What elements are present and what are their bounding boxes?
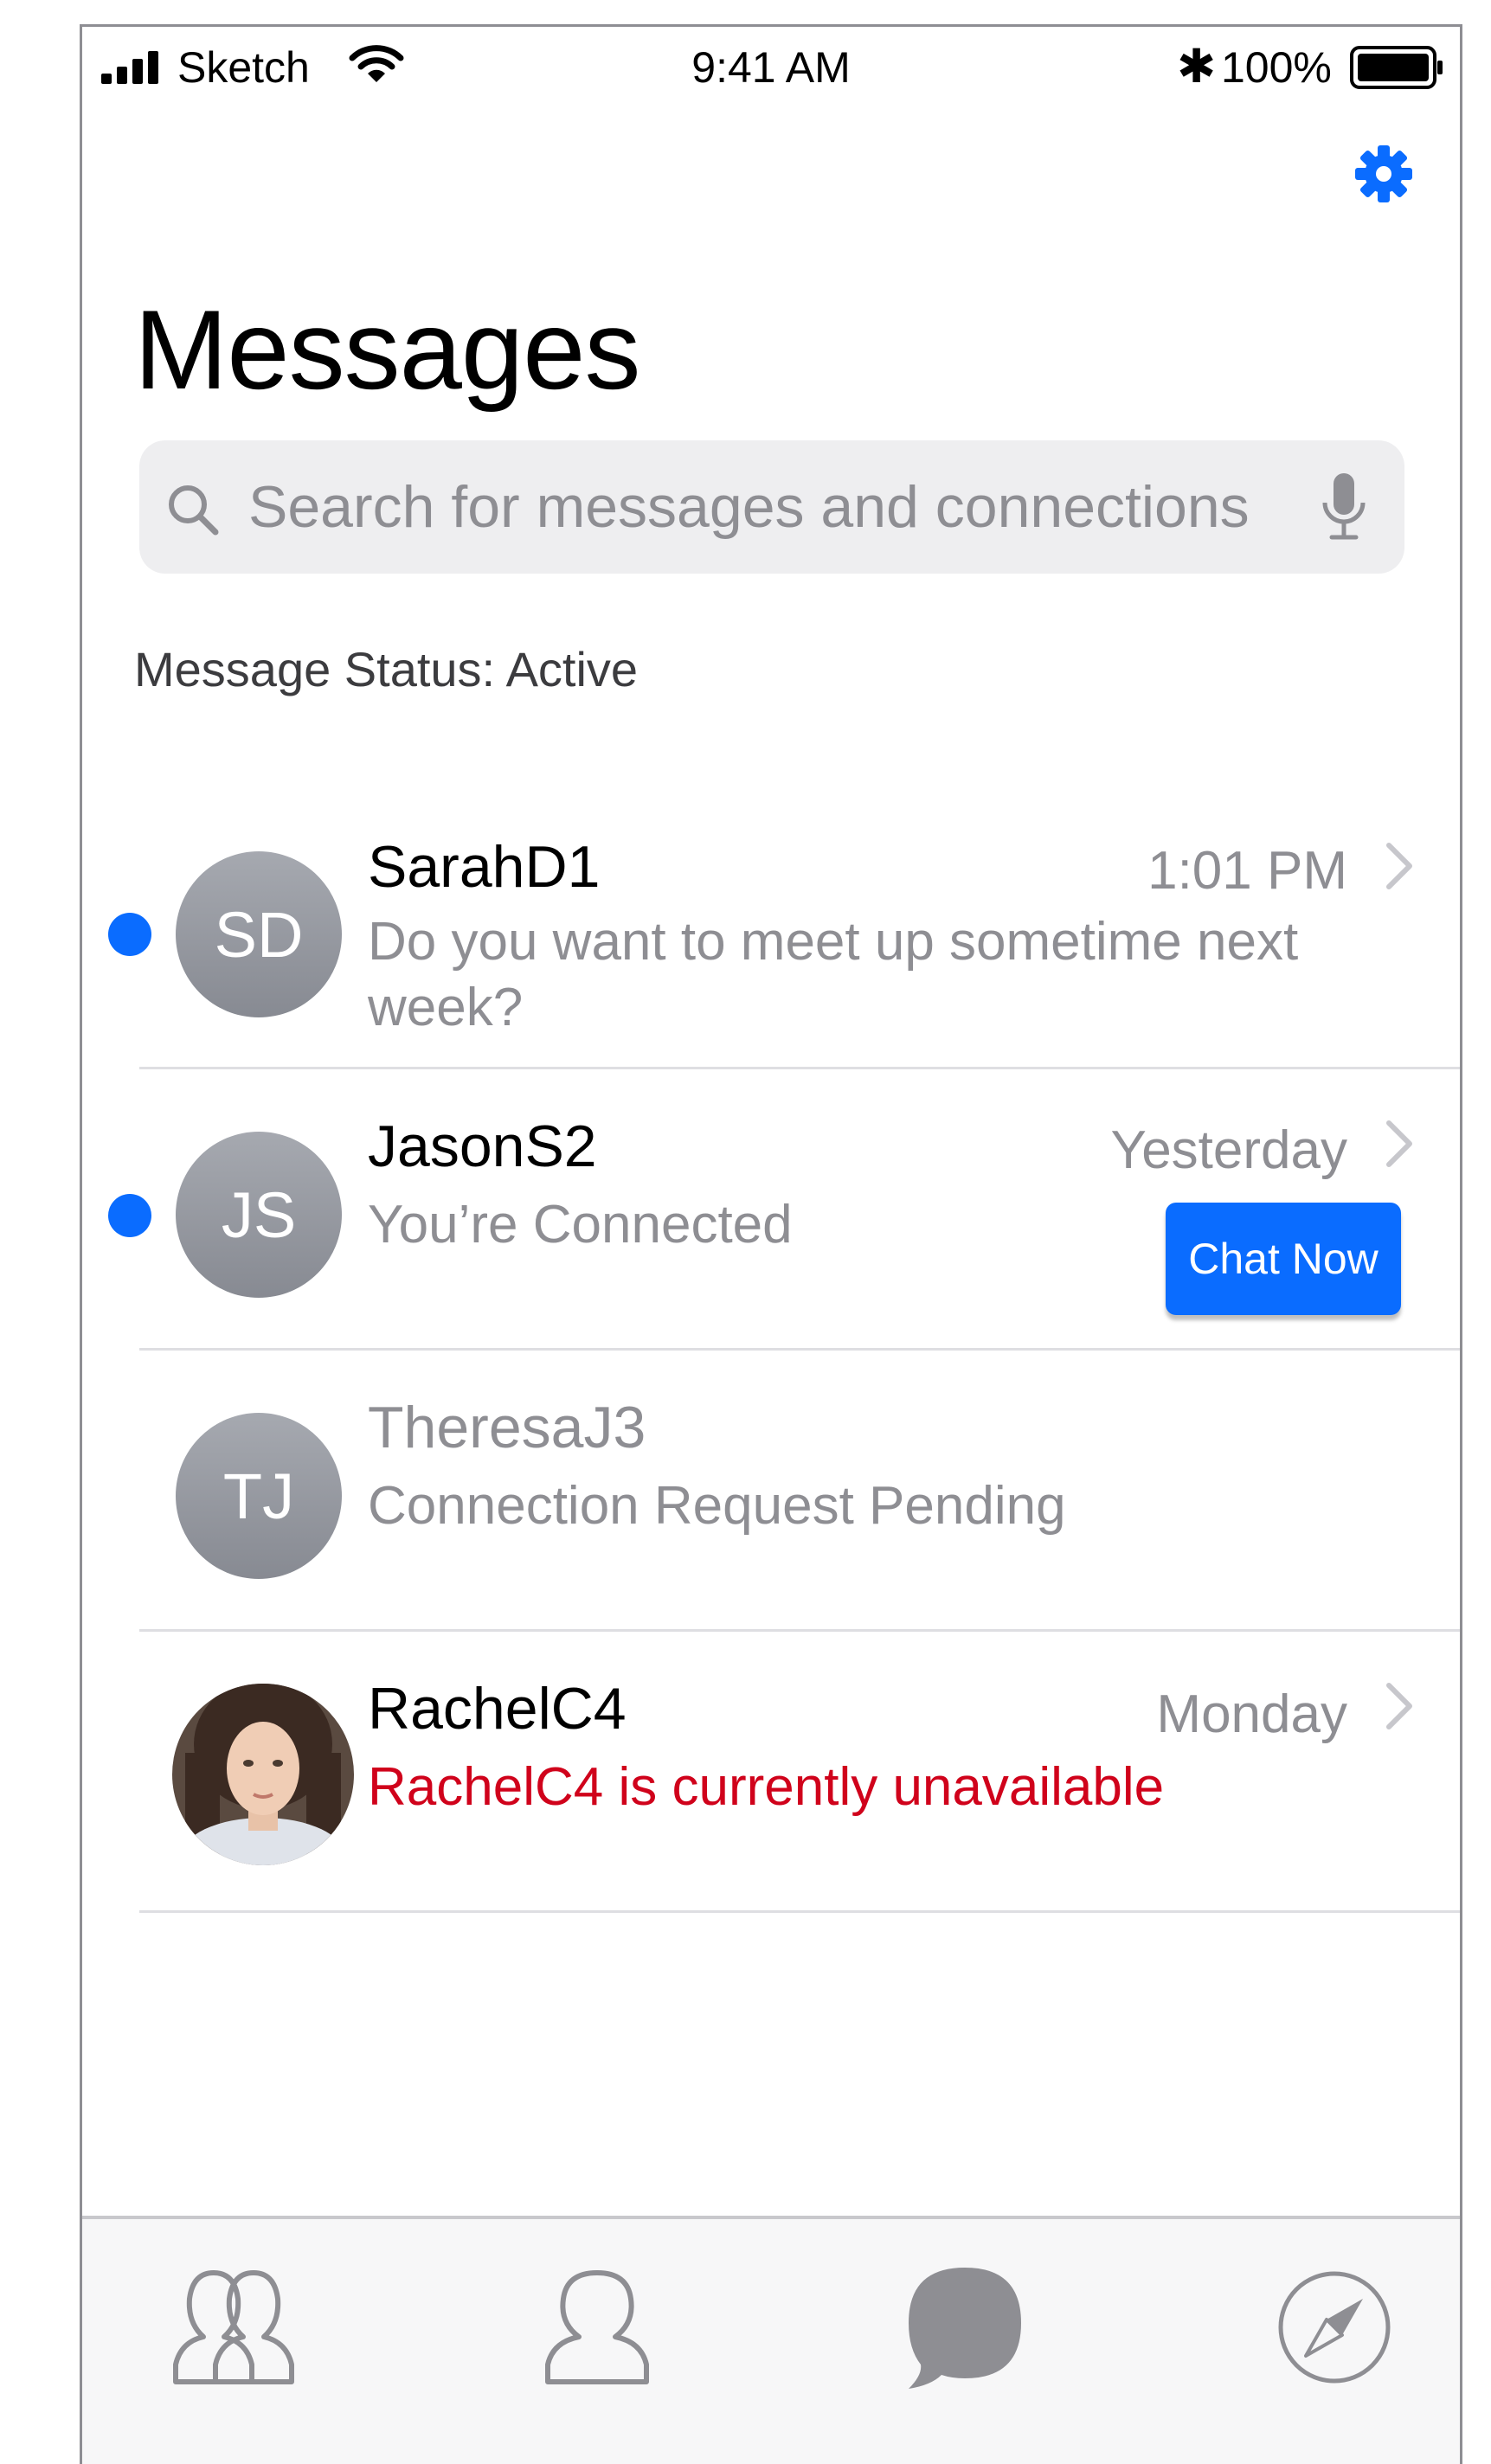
conversation-row-sarahd1[interactable]: SD SarahD1 1:01 PM Do you want to meet u… (82, 788, 1460, 1069)
compass-icon[interactable] (1269, 2262, 1399, 2392)
gear-icon[interactable] (1354, 144, 1413, 203)
chevron-right-icon (1386, 1683, 1412, 1729)
contact-name: TheresaJ3 (368, 1395, 646, 1460)
chat-now-button[interactable]: Chat Now (1166, 1203, 1401, 1315)
messages-icon[interactable] (900, 2262, 1030, 2392)
microphone-icon[interactable] (1320, 472, 1368, 544)
status-bar: Sketch 9:41 AM ✱ 100% (82, 27, 1460, 113)
message-preview: Connection Request Pending (368, 1476, 1066, 1536)
conversation-row-jasons2[interactable]: JS JasonS2 Yesterday You’re Connected Ch… (82, 1069, 1460, 1351)
chevron-right-icon (1386, 843, 1412, 889)
chevron-right-icon (1386, 1120, 1412, 1167)
message-preview: Do you want to meet up sometime next wee… (368, 912, 1299, 1037)
battery-percent: 100% (1221, 43, 1332, 92)
row-divider (139, 1910, 1460, 1913)
search-bar[interactable] (139, 440, 1404, 574)
battery-icon (1350, 46, 1443, 89)
search-icon (169, 485, 219, 536)
avatar-photo (172, 1684, 354, 1865)
bluetooth-icon: ✱ (1177, 41, 1217, 93)
phone-frame: Sketch 9:41 AM ✱ 100% Messages Search fo… (80, 24, 1462, 2464)
timestamp: Yesterday (1110, 1120, 1347, 1180)
timestamp: 1:01 PM (1147, 841, 1347, 901)
message-preview: RachelC4 is currently unavailable (368, 1757, 1165, 1817)
conversation-row-theresaj3[interactable]: TJ TheresaJ3 Connection Request Pending (82, 1351, 1460, 1632)
page-title: Messages (134, 286, 640, 413)
unread-dot (108, 1194, 151, 1237)
unread-dot (108, 913, 151, 956)
contact-name: RachelC4 (368, 1676, 627, 1742)
tab-bar (82, 2216, 1460, 2464)
avatar: SD (176, 851, 342, 1017)
contact-name: JasonS2 (368, 1113, 597, 1179)
profile-icon[interactable] (541, 2262, 653, 2392)
timestamp: Monday (1156, 1684, 1347, 1744)
avatar: JS (176, 1132, 342, 1298)
message-status: Message Status: Active (134, 642, 639, 696)
people-icon[interactable] (169, 2262, 299, 2392)
avatar: TJ (176, 1413, 342, 1579)
contact-name: SarahD1 (368, 834, 601, 900)
search-input[interactable] (247, 465, 1271, 549)
conversation-row-rachelc4[interactable]: RachelC4 Monday RachelC4 is currently un… (82, 1632, 1460, 1913)
